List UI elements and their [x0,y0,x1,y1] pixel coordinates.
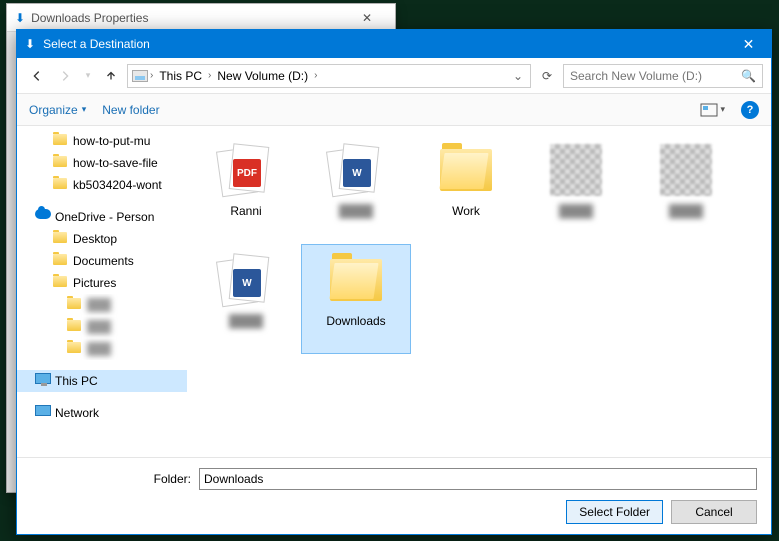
select-destination-dialog: ⬇ Select a Destination ✕ ▾ › This PC › N… [16,29,772,535]
up-button[interactable] [99,64,123,88]
tree-item[interactable]: OneDrive - Person [17,206,187,228]
tree-label: how-to-save-file [73,156,158,170]
content-pane[interactable]: PDF Ranni W ████ Work ████ ████ W ████ Downloads [187,126,771,457]
network-icon [35,405,51,421]
word-folder-icon: W [216,250,276,310]
tree-item[interactable]: This PC [17,370,187,392]
item-label: ████ [229,314,263,328]
crumb-volume[interactable]: New Volume (D:) [213,69,312,83]
folder-icon [53,253,69,269]
tree-label: Pictures [73,276,116,290]
toolbar: Organize▾ New folder ▾ ? [17,94,771,126]
tree-label: This PC [55,374,98,388]
help-button[interactable]: ? [741,101,759,119]
refresh-button[interactable]: ⟳ [535,64,559,88]
nav-row: ▾ › This PC › New Volume (D:) › ⌄ ⟳ 🔍 [17,58,771,94]
tree-label: OneDrive - Person [55,210,154,224]
dialog-body: how-to-put-mu how-to-save-file kb5034204-w… [17,126,771,457]
breadcrumb[interactable]: › This PC › New Volume (D:) › ⌄ [127,64,531,88]
view-options[interactable]: ▾ [700,103,725,117]
folder-icon [53,275,69,291]
item-label: Ranni [230,204,261,218]
tree-item[interactable]: how-to-put-mu [17,130,187,152]
folder-item[interactable]: W ████ [191,244,301,354]
folder-item[interactable]: ████ [631,134,741,244]
folder-input[interactable] [199,468,757,490]
recent-dropdown[interactable]: ▾ [81,64,95,88]
chevron-right-icon[interactable]: › [314,70,317,81]
down-arrow-icon: ⬇ [15,11,25,25]
search-box[interactable]: 🔍 [563,64,763,88]
forward-button[interactable] [53,64,77,88]
item-label: ████ [559,204,593,218]
folder-icon [53,231,69,247]
word-folder-icon: W [326,140,386,200]
cancel-button[interactable]: Cancel [671,500,757,524]
tree-item[interactable]: Desktop [17,228,187,250]
new-folder-button[interactable]: New folder [102,103,159,117]
search-icon: 🔍 [741,69,756,83]
bg-close-button[interactable]: ✕ [347,4,387,32]
tree-label: kb5034204-wont [73,178,162,192]
back-button[interactable] [25,64,49,88]
blurred-thumbnail [656,140,716,200]
tree-label: Documents [73,254,134,268]
crumb-this-pc[interactable]: This PC [155,69,206,83]
folder-icon [53,177,69,193]
footer: Folder: Select Folder Cancel [17,457,771,534]
item-label: ████ [339,204,373,218]
titlebar: ⬇ Select a Destination ✕ [17,30,771,58]
tree-item[interactable]: kb5034204-wont [17,174,187,196]
folder-item[interactable]: Work [411,134,521,244]
close-button[interactable]: ✕ [726,30,771,58]
blurred-thumbnail [546,140,606,200]
folder-item[interactable]: Downloads [301,244,411,354]
folder-icon [67,341,83,357]
folder-icon [53,155,69,171]
tree-item[interactable]: Network [17,402,187,424]
tree-label: Network [55,406,99,420]
tree-item[interactable]: Pictures [17,272,187,294]
organize-menu[interactable]: Organize▾ [29,103,86,117]
search-input[interactable] [570,69,756,83]
onedrive-icon [35,209,51,225]
this-pc-icon [35,373,51,389]
folder-item[interactable]: ████ [521,134,631,244]
tree-item[interactable]: Documents [17,250,187,272]
down-arrow-icon: ⬇ [25,37,35,51]
tree-label: xxxx [87,320,111,334]
chevron-right-icon[interactable]: › [150,70,153,81]
nav-tree[interactable]: how-to-put-mu how-to-save-file kb5034204-w… [17,126,187,457]
tree-item[interactable]: xxxx [17,338,187,360]
tree-item[interactable]: how-to-save-file [17,152,187,174]
tree-label: Desktop [73,232,117,246]
folder-label: Folder: [31,472,191,486]
tree-item[interactable]: xxxx [17,316,187,338]
item-label: Downloads [326,314,385,328]
dialog-title: Select a Destination [43,37,150,51]
item-label: Work [452,204,480,218]
tree-label: xxxx [87,342,111,356]
pdf-folder-icon: PDF [216,140,276,200]
folder-icon [67,297,83,313]
bg-titlebar: ⬇ Downloads Properties ✕ [7,4,395,32]
tree-item[interactable]: xxxx [17,294,187,316]
drive-icon [132,70,148,82]
item-label: ████ [669,204,703,218]
folder-icon [67,319,83,335]
bg-title-text: Downloads Properties [31,11,148,25]
chevron-right-icon[interactable]: › [208,70,211,81]
folder-item[interactable]: PDF Ranni [191,134,301,244]
breadcrumb-dropdown[interactable]: ⌄ [510,69,526,83]
tree-label: how-to-put-mu [73,134,150,148]
folder-item[interactable]: W ████ [301,134,411,244]
tree-label: xxxx [87,298,111,312]
folder-icon [326,250,386,310]
select-folder-button[interactable]: Select Folder [566,500,663,524]
folder-icon [436,140,496,200]
folder-icon [53,133,69,149]
